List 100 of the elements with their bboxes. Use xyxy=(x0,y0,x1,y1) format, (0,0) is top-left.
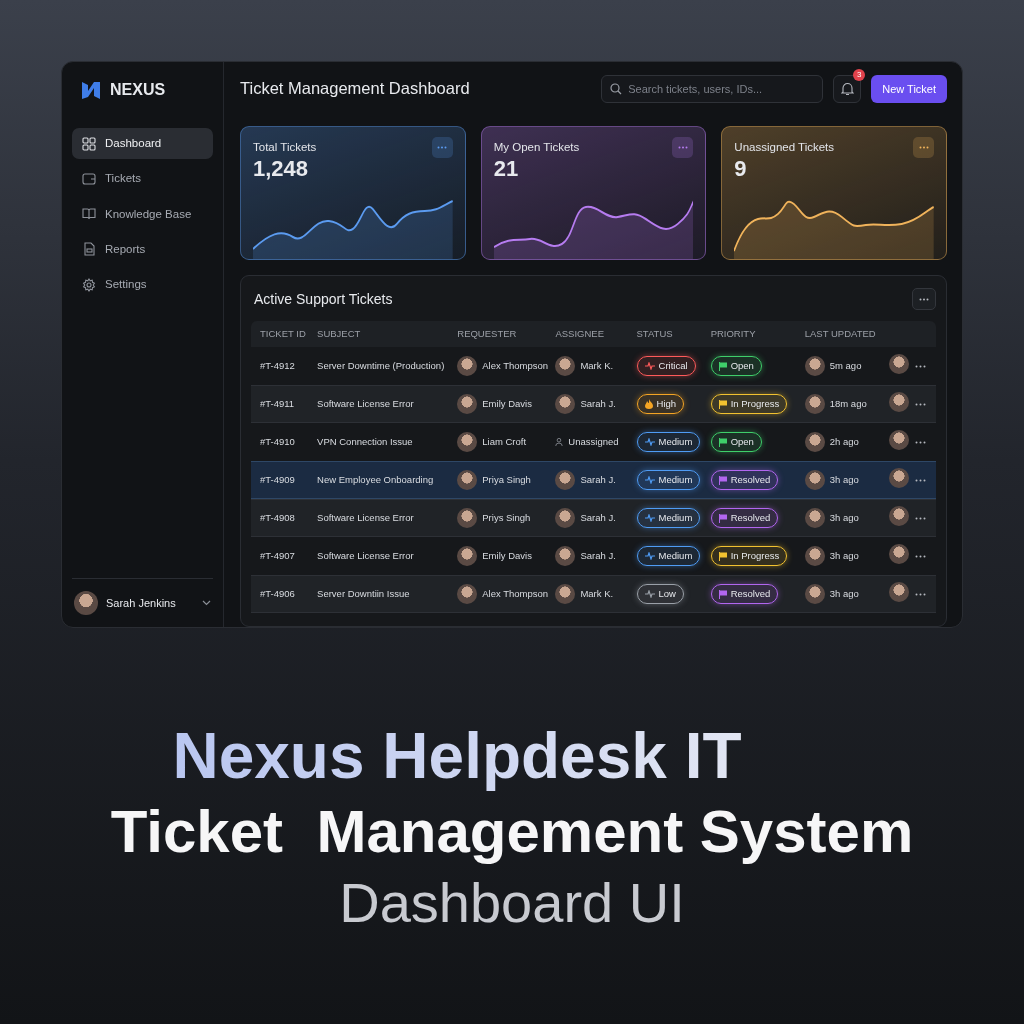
notification-count: 3 xyxy=(853,69,866,81)
more-button[interactable] xyxy=(431,137,453,158)
subject-cell-text: VPN Connection Issue xyxy=(316,434,414,449)
assignee-name: Mark K. xyxy=(580,358,614,373)
status-badge: Medium xyxy=(636,431,701,453)
more-button[interactable] xyxy=(672,137,694,158)
status-badge: Medium xyxy=(636,507,701,529)
pulse-icon xyxy=(644,362,655,370)
more-icon xyxy=(437,146,448,149)
stat-value: 9 xyxy=(734,156,747,183)
avatar xyxy=(804,470,825,490)
avatar xyxy=(457,432,478,452)
avatar xyxy=(888,391,909,412)
stat-label: My Open Tickets xyxy=(493,140,580,155)
avatar xyxy=(804,356,825,376)
pulse-icon xyxy=(644,476,655,484)
more-button[interactable] xyxy=(912,288,936,310)
chevron-down-icon xyxy=(202,600,211,606)
status-badge: Medium xyxy=(636,545,701,567)
flame-icon xyxy=(644,399,653,409)
column-header: REQUESTER xyxy=(448,321,547,347)
stat-label: Total Tickets xyxy=(253,140,317,155)
search-field[interactable]: Search tickets, users, IDs... xyxy=(601,75,824,103)
settings-icon xyxy=(82,277,96,292)
flag-icon xyxy=(718,551,727,561)
more-icon xyxy=(919,297,929,301)
headline-subtitle: Ticket Management System xyxy=(110,796,914,867)
ticket-id-link[interactable]: #T-4908 xyxy=(251,499,309,537)
assignee-name: Unassigned xyxy=(568,434,619,449)
more-icon[interactable] xyxy=(914,440,926,444)
avatar xyxy=(804,584,825,604)
avatar xyxy=(888,467,909,488)
pulse-icon xyxy=(644,552,655,560)
pulse-icon xyxy=(644,514,655,522)
priority-badge: In Progress xyxy=(710,545,788,567)
grid-icon xyxy=(82,136,96,151)
subject-cell: Software License Error xyxy=(308,385,449,423)
subject-cell: Server Downtiin Issue xyxy=(308,575,449,613)
book-icon xyxy=(82,207,96,222)
more-icon[interactable] xyxy=(914,516,926,520)
requester-name: Emily Davis xyxy=(482,396,532,411)
ticket-id-link[interactable]: #T-4909 xyxy=(251,461,309,499)
sidebar-item[interactable]: Dashboard xyxy=(72,128,213,160)
more-icon[interactable] xyxy=(914,478,926,482)
more-icon xyxy=(918,146,929,149)
requester-name: Priya Singh xyxy=(482,472,531,487)
column-header: TICKET ID xyxy=(251,321,309,347)
ticket-id-link[interactable]: #T-4907 xyxy=(251,537,309,575)
avatar xyxy=(804,508,825,528)
more-icon[interactable] xyxy=(914,364,926,368)
brand-name: NEXUS xyxy=(110,80,166,100)
more-button[interactable] xyxy=(913,137,934,158)
more-icon[interactable] xyxy=(914,402,926,406)
subject-cell: Software License Error xyxy=(308,499,449,537)
flag-icon xyxy=(718,475,727,485)
avatar xyxy=(74,591,98,615)
ticket-id-link[interactable]: #T-4912 xyxy=(251,347,309,385)
avatar xyxy=(888,505,909,526)
avatar xyxy=(457,584,478,604)
requester-name: Priys Singh xyxy=(482,510,531,525)
priority-badge: Resolved xyxy=(710,469,779,491)
avatar xyxy=(888,543,909,564)
avatar xyxy=(457,394,478,414)
status-badge: Medium xyxy=(636,469,701,491)
stat-label: Unassigned Tickets xyxy=(734,140,835,155)
ticket-id-link[interactable]: #T-4906 xyxy=(251,575,309,613)
notifications-button[interactable] xyxy=(833,75,862,103)
more-icon xyxy=(677,146,688,149)
priority-badge: Resolved xyxy=(710,507,779,529)
updated-time: 3h ago xyxy=(829,472,859,487)
headline-caption: Dashboard UI xyxy=(339,869,685,936)
sidebar-item[interactable]: Reports xyxy=(72,233,213,265)
sidebar-item[interactable]: Tickets xyxy=(72,163,213,195)
panel-title: Active Support Tickets xyxy=(254,290,393,308)
document-icon xyxy=(82,242,96,257)
updated-time: 3h ago xyxy=(829,510,859,525)
updated-time: 3h ago xyxy=(829,586,859,601)
priority-badge: In Progress xyxy=(710,393,788,415)
requester-name: Emily Davis xyxy=(482,548,532,563)
sidebar-item[interactable]: Knowledge Base xyxy=(72,198,213,230)
column-header: STATUS xyxy=(627,321,702,347)
column-header: LAST UPDATED xyxy=(795,321,880,347)
more-icon[interactable] xyxy=(914,592,926,596)
column-header: PRIORITY xyxy=(701,321,796,347)
avatar xyxy=(888,581,909,602)
status-badge: High xyxy=(636,393,685,415)
logo-icon xyxy=(80,80,102,100)
sidebar-item[interactable]: Settings xyxy=(72,269,213,301)
more-icon[interactable] xyxy=(914,554,926,558)
new-ticket-button[interactable]: New Ticket xyxy=(871,75,947,103)
pulse-icon xyxy=(644,438,655,446)
avatar xyxy=(457,508,478,528)
requester-name: Alex Thompson xyxy=(482,586,549,601)
stat-value: 1,248 xyxy=(253,156,309,183)
ticket-id-link[interactable]: #T-4911 xyxy=(251,385,309,423)
flag-icon xyxy=(718,361,727,371)
subject-cell-text: Server Downtime (Production) xyxy=(316,358,446,373)
updated-time: 3h ago xyxy=(829,548,859,563)
user-menu[interactable]: Sarah Jenkins xyxy=(72,578,213,617)
ticket-id-link[interactable]: #T-4910 xyxy=(251,423,309,461)
